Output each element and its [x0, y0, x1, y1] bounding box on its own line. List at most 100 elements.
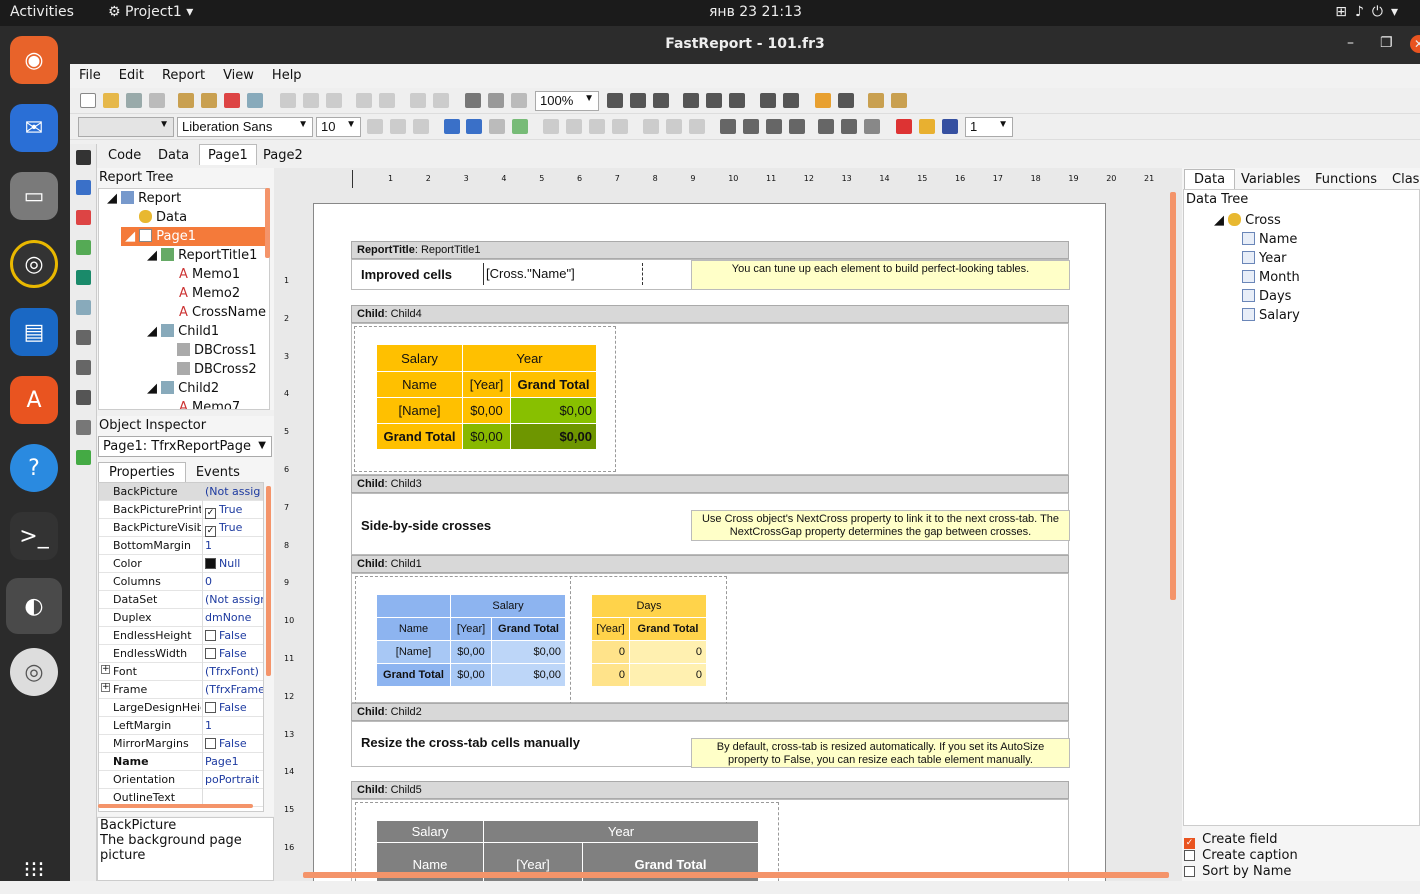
ungroup-icon[interactable] — [433, 93, 449, 108]
checkbox-icon[interactable] — [205, 648, 216, 659]
align-bottom-icon[interactable] — [729, 93, 745, 108]
subreport-tool-icon[interactable] — [76, 300, 91, 315]
note-side-by-side[interactable]: Use Cross object's NextCross property to… — [691, 510, 1070, 541]
note-resize[interactable]: By default, cross-tab is resized automat… — [691, 738, 1070, 768]
object-select[interactable]: Page1: TfrxReportPage ▼ — [98, 436, 272, 457]
font-size-select[interactable]: 10 ▼ — [316, 117, 361, 137]
save-icon[interactable] — [126, 93, 142, 108]
property-value[interactable]: ✓ True — [205, 503, 263, 519]
property-value[interactable]: Null — [205, 557, 263, 570]
property-value[interactable]: 1 — [205, 539, 263, 552]
space-v-icon[interactable] — [783, 93, 799, 108]
checkbox-icon[interactable]: ✓ — [205, 508, 216, 519]
cross-table-improved[interactable]: Salary Year Name [Year] Grand Total [Name] $… — [376, 344, 597, 450]
zoom-select[interactable]: 100% ▼ — [535, 91, 599, 111]
band-child2[interactable]: Child: Child2 — [351, 703, 1069, 721]
property-row[interactable]: MirrorMargins False — [99, 735, 263, 753]
space-h-icon[interactable] — [760, 93, 776, 108]
cross-table-days[interactable]: Days [Year] Grand Total 00 00 — [591, 594, 707, 687]
frame-top-icon[interactable] — [720, 119, 736, 134]
tab-page2[interactable]: Page2 — [263, 148, 303, 163]
property-row[interactable]: Name Page1 — [99, 753, 263, 771]
group-icon[interactable] — [410, 93, 426, 108]
help-icon[interactable]: ? — [10, 444, 58, 492]
cross-table-salary[interactable]: Salary Name [Year] Grand Total [Name] $0,00… — [376, 594, 566, 687]
new-page-icon[interactable] — [178, 93, 194, 108]
shadow-icon[interactable] — [864, 119, 880, 134]
select-tool-icon[interactable] — [76, 150, 91, 165]
checkbox-icon[interactable]: ✓ — [205, 526, 216, 537]
property-row[interactable]: EndlessWidth False — [99, 645, 263, 663]
frame-color-icon[interactable] — [919, 119, 935, 134]
preview-icon[interactable] — [149, 93, 165, 108]
rhythmbox-icon[interactable]: ◎ — [10, 240, 58, 288]
band-child1[interactable]: Child: Child1 — [351, 555, 1069, 573]
open-icon[interactable] — [103, 93, 119, 108]
tree-node-dbcross1[interactable]: DBCross1 — [177, 341, 257, 360]
center-h-icon[interactable] — [815, 93, 831, 108]
label-side-by-side[interactable]: Side-by-side crosses — [361, 518, 491, 533]
tab-properties[interactable]: Properties — [98, 462, 186, 483]
tree-node-child2[interactable]: ◢ Child2 — [147, 379, 219, 398]
firefox-icon[interactable]: ◉ — [10, 36, 58, 84]
new-dialog-icon[interactable] — [201, 93, 217, 108]
activities-button[interactable]: Activities — [10, 4, 74, 20]
rotate-icon[interactable] — [489, 119, 505, 134]
tree-scrollbar[interactable] — [265, 188, 270, 258]
label-resize[interactable]: Resize the cross-tab cells manually — [361, 735, 580, 750]
software-icon[interactable]: A — [10, 376, 58, 424]
app-menu[interactable]: ⚙ Project1 ▾ — [108, 4, 193, 20]
expand-icon[interactable]: + — [101, 665, 110, 674]
tree-node-reporttitle1[interactable]: ◢ ReportTitle1 — [147, 246, 257, 265]
property-row[interactable]: LeftMargin 1 — [99, 717, 263, 735]
field-year[interactable]: Year — [1242, 249, 1287, 268]
tree-node-memo7[interactable]: A Memo7 — [179, 398, 240, 409]
property-row[interactable]: BackPictureVisible ✓True — [99, 519, 263, 537]
crossname-memo[interactable]: [Cross."Name"] — [483, 263, 643, 285]
picture-tool-icon[interactable] — [76, 240, 91, 255]
tab-data[interactable]: Data — [158, 148, 189, 163]
tree-node-memo1[interactable]: A Memo1 — [179, 265, 240, 284]
text-bottom-icon[interactable] — [689, 119, 705, 134]
field-month[interactable]: Month — [1242, 268, 1300, 287]
tree-node-memo2[interactable]: A Memo2 — [179, 284, 240, 303]
same-width-icon[interactable] — [868, 93, 884, 108]
property-row[interactable]: EndlessHeight False — [99, 627, 263, 645]
tree-node-crossname[interactable]: A CrossName — [179, 303, 266, 322]
property-value[interactable]: 0 — [205, 575, 263, 588]
menu-file[interactable]: File — [70, 64, 110, 83]
table-tool-icon[interactable] — [76, 330, 91, 345]
property-row[interactable]: Columns 0 — [99, 573, 263, 591]
highlight-icon[interactable] — [466, 119, 482, 134]
property-row[interactable]: LargeDesignHeight False — [99, 699, 263, 717]
property-value[interactable]: False — [205, 647, 263, 660]
tree-node-data[interactable]: Data — [139, 208, 187, 227]
font-select[interactable]: Liberation Sans ▼ — [177, 117, 313, 137]
property-value[interactable]: False — [205, 737, 263, 750]
disc-icon[interactable]: ◎ — [10, 648, 58, 696]
terminal-icon[interactable]: >_ — [10, 512, 58, 560]
create-caption-checkbox[interactable]: Create caption — [1184, 848, 1298, 863]
redo-icon[interactable] — [379, 93, 395, 108]
files-icon[interactable]: ▭ — [10, 172, 58, 220]
property-row[interactable]: DataSet (Not assign — [99, 591, 263, 609]
field-name[interactable]: Name — [1242, 230, 1297, 249]
menu-report[interactable]: Report — [153, 64, 214, 83]
property-value[interactable]: False — [205, 629, 263, 642]
thunderbird-icon[interactable]: ✉ — [10, 104, 58, 152]
band-tool-icon[interactable] — [76, 180, 91, 195]
align-grid-icon[interactable] — [488, 93, 504, 108]
frame-bottom-icon[interactable] — [743, 119, 759, 134]
band-reporttitle1[interactable]: ReportTitle: ReportTitle1 — [351, 241, 1069, 259]
align-right-icon[interactable] — [653, 93, 669, 108]
band-child5[interactable]: Child: Child5 — [351, 781, 1069, 799]
property-value[interactable]: (TfrxFont) — [205, 665, 263, 678]
property-row[interactable]: BottomMargin 1 — [99, 537, 263, 555]
style-select[interactable]: ▼ — [78, 117, 174, 137]
property-value[interactable]: 1 — [205, 719, 263, 732]
grid-icon[interactable] — [465, 93, 481, 108]
page-settings-icon[interactable] — [247, 93, 263, 108]
frame-width-select[interactable]: 1 ▼ — [965, 117, 1013, 137]
tree-node-child1[interactable]: ◢ Child1 — [147, 322, 219, 341]
property-row[interactable]: BackPicturePrintable ✓True — [99, 501, 263, 519]
